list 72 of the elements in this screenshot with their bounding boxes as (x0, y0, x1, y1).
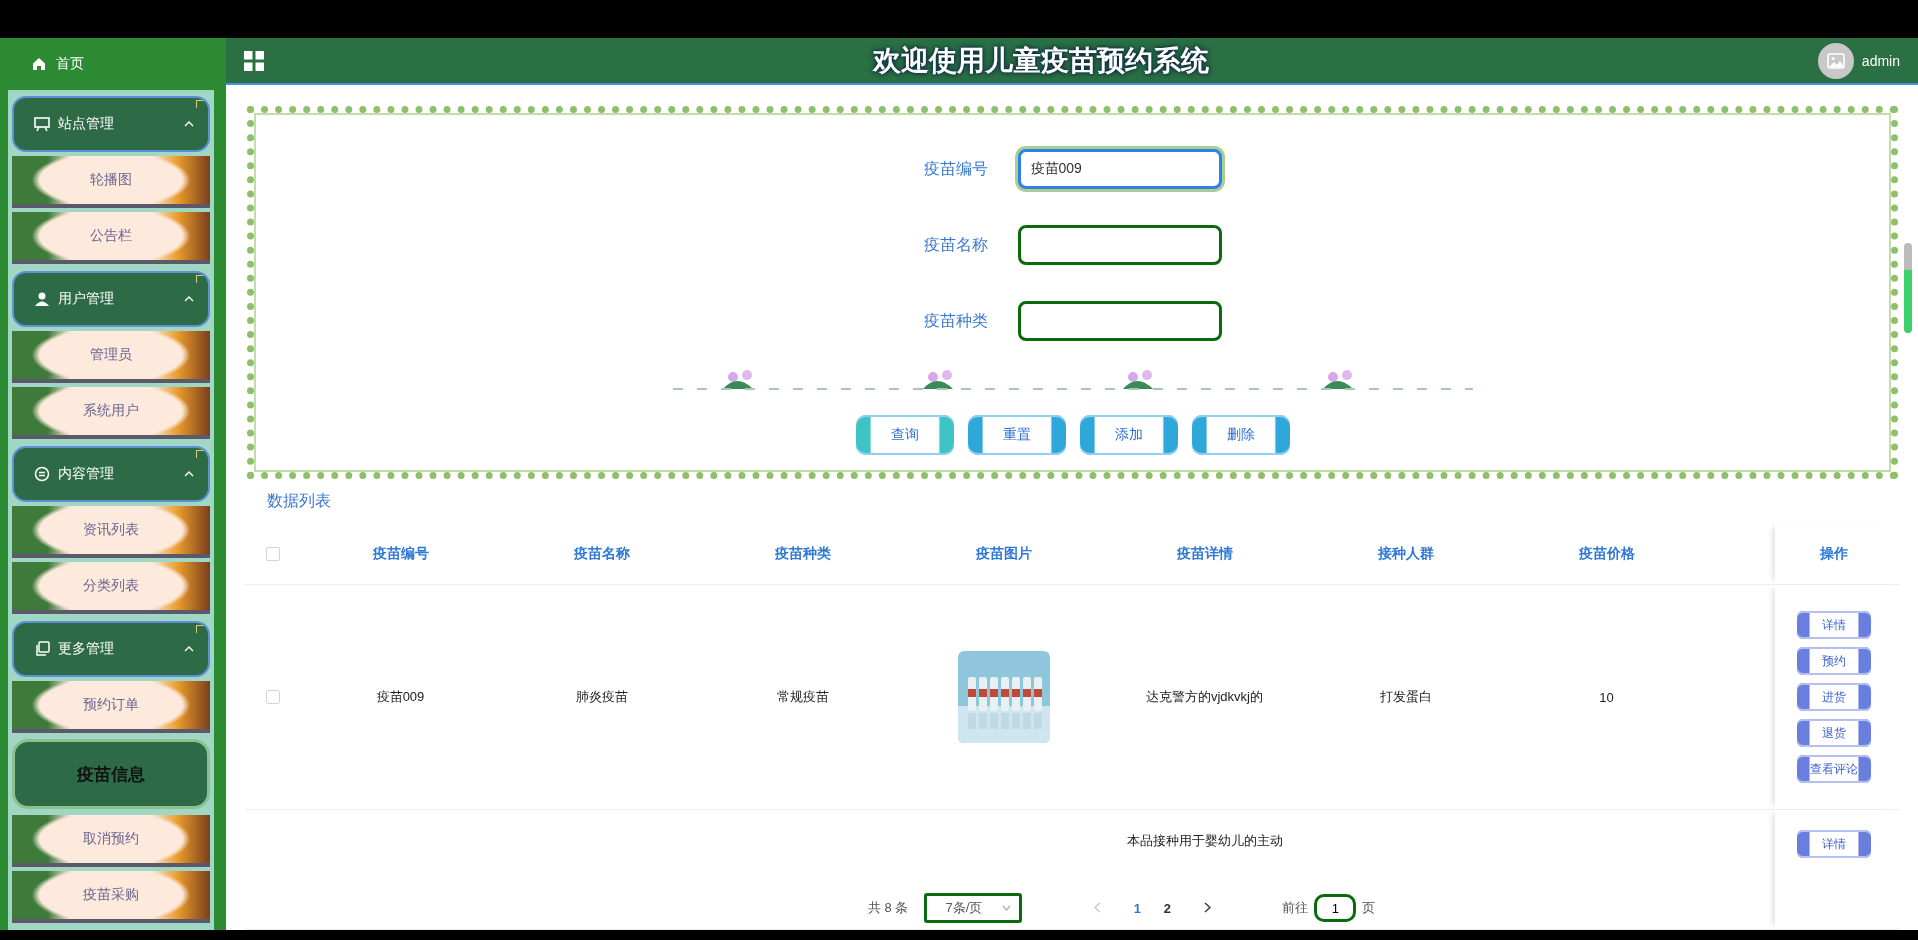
column-header: 接种人群 (1376, 544, 1435, 563)
menu-item[interactable]: 轮播图 (12, 156, 210, 208)
input-field[interactable] (1017, 301, 1222, 342)
select-all-checkbox[interactable] (265, 546, 280, 561)
column-header: 疫苗价格 (1577, 544, 1636, 563)
total-count: 共 8 条 (868, 899, 909, 917)
menu-group-header[interactable]: 更多管理 (12, 621, 210, 677)
column-header: 疫苗详情 (1175, 544, 1234, 563)
menu-group-header[interactable]: 内容管理 (12, 446, 210, 502)
input-field[interactable] (1017, 225, 1222, 266)
column-header: 疫苗编号 (371, 544, 430, 563)
ribbon-button[interactable]: 退货 (1797, 719, 1871, 747)
chevron-up-icon (184, 471, 194, 477)
ribbon-button[interactable]: 详情 (1797, 611, 1871, 639)
chat-icon (34, 466, 50, 482)
column-header: 疫苗名称 (572, 544, 631, 563)
menu-item[interactable]: 系统用户 (12, 387, 210, 439)
menu-item[interactable]: 取消预约 (12, 815, 210, 867)
home-link[interactable]: 首页 (32, 55, 84, 73)
row-checkbox[interactable] (265, 690, 280, 704)
ribbon-button[interactable]: 进货 (1797, 683, 1871, 711)
page-suffix: 页 (1362, 899, 1376, 917)
chevron-left-icon (1093, 902, 1101, 913)
table-cell-text: 打发蛋白 (1378, 688, 1433, 706)
menu-item[interactable]: 公告栏 (12, 212, 210, 264)
field-label: 疫苗名称 (923, 234, 988, 255)
menu-group-header[interactable]: 用户管理 (12, 271, 210, 327)
grid-menu-icon (244, 50, 264, 71)
field-label: 疫苗种类 (923, 310, 988, 331)
chevron-down-icon (1002, 905, 1012, 911)
user-icon (34, 291, 50, 307)
chevron-right-icon (1203, 902, 1211, 913)
table-cell-text: 常规疫苗 (775, 688, 830, 706)
section-title: 数据列表 (267, 491, 332, 511)
chevron-up-icon (184, 296, 194, 302)
page-jump-field[interactable]: 1 (1314, 894, 1357, 922)
scrollbar[interactable] (1904, 243, 1912, 333)
page-size-select[interactable]: 7条/页 (924, 893, 1023, 923)
field-label: 疫苗编号 (923, 158, 988, 179)
ribbon-button[interactable]: 详情 (1797, 830, 1871, 858)
user-name[interactable]: admin (1861, 52, 1900, 69)
menu-item[interactable]: 资讯列表 (12, 506, 210, 558)
table-cell-text: 10 (1598, 689, 1615, 705)
image-icon (1826, 52, 1845, 69)
goto-label: 前往 (1282, 899, 1309, 917)
table-cell-text: 肺炎疫苗 (574, 688, 629, 706)
app-title: 欢迎使用儿童疫苗预约系统 (871, 43, 1210, 78)
table-cell-text: 本品接种用于婴幼儿的主动 (1125, 832, 1284, 850)
presentation-icon (34, 116, 50, 132)
avatar[interactable] (1817, 42, 1854, 79)
chevron-up-icon (184, 121, 194, 127)
ribbon-button[interactable]: 查询 (855, 415, 954, 456)
ribbon-button[interactable]: 预约 (1797, 647, 1871, 675)
ribbon-button[interactable]: 查看评论 (1797, 755, 1871, 783)
ribbon-button[interactable]: 添加 (1079, 415, 1178, 456)
menu-item[interactable]: 预约订单 (12, 681, 210, 733)
table-cell-text: 达克警方的vjdkvkj的 (1145, 688, 1264, 706)
menu-item[interactable]: 分类列表 (12, 562, 210, 614)
ribbon-button[interactable]: 重置 (967, 415, 1066, 456)
chevron-up-icon (184, 646, 194, 652)
ribbon-button[interactable]: 删除 (1191, 415, 1290, 456)
home-icon (32, 57, 46, 71)
column-header: 疫苗图片 (974, 544, 1033, 563)
copy-icon (34, 641, 50, 657)
menu-item[interactable]: 管理员 (12, 331, 210, 383)
menu-group-header[interactable]: 站点管理 (12, 96, 210, 152)
column-header: 操作 (1820, 544, 1848, 563)
column-header: 疫苗种类 (773, 544, 832, 563)
menu-item[interactable]: 疫苗信息 (12, 739, 210, 809)
table-cell-text: 疫苗009 (375, 688, 426, 706)
menu-item[interactable]: 疫苗采购 (12, 871, 210, 923)
input-field[interactable]: 疫苗009 (1017, 149, 1222, 190)
